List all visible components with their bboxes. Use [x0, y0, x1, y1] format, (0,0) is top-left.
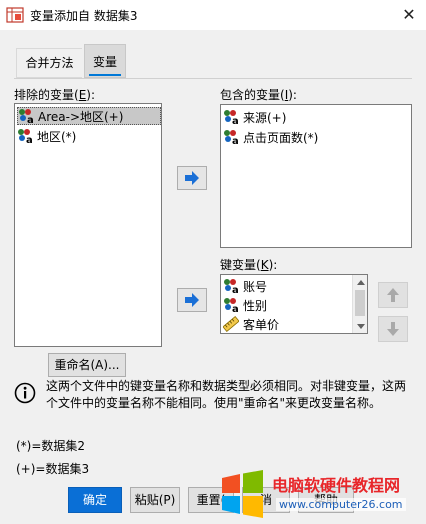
info-message: 这两个文件中的键变量名称和数据类型必须相同。对非键变量，这两个文件中的变量名称不…	[46, 379, 407, 410]
watermark-logo	[222, 470, 263, 518]
item-label: 客单价	[243, 317, 280, 332]
item-label: Area->地区(+)	[38, 109, 124, 124]
key-variables-list[interactable]: a 账号 a 性别 客单价	[220, 274, 368, 334]
tab-variables[interactable]: 变量	[84, 44, 126, 78]
move-to-key-button[interactable]	[177, 288, 207, 312]
svg-text:a: a	[232, 304, 239, 313]
list-item[interactable]: a Area->地区(+)	[17, 107, 161, 125]
scrollbar-thumb[interactable]	[355, 290, 365, 316]
svg-text:a: a	[232, 116, 239, 125]
key-list-scrollbar[interactable]	[352, 275, 367, 333]
ruler-icon	[223, 316, 239, 332]
scroll-up-icon[interactable]	[353, 275, 367, 289]
watermark-title: 电脑软硬件教程网	[272, 476, 401, 495]
svg-text:a: a	[232, 136, 239, 145]
nominal-variable-icon: a	[19, 109, 34, 124]
move-down-button[interactable]	[378, 316, 408, 342]
move-to-included-button[interactable]	[177, 166, 207, 190]
list-item[interactable]: a 账号	[223, 277, 267, 295]
included-label: 包含的变量(I):	[220, 88, 297, 102]
excluded-label: 排除的变量(E):	[14, 88, 96, 102]
arrow-right-icon	[185, 171, 199, 185]
list-item[interactable]: 客单价	[223, 315, 279, 333]
arrow-down-icon	[387, 322, 399, 336]
key-variables-label: 键变量(K):	[220, 258, 278, 272]
list-item[interactable]: a 来源(+)	[223, 108, 286, 126]
nominal-variable-icon: a	[224, 110, 239, 125]
nominal-variable-icon: a	[18, 129, 33, 144]
move-up-button[interactable]	[378, 282, 408, 308]
nominal-variable-icon: a	[224, 298, 239, 313]
dataset3-note: (+)=数据集3	[16, 462, 90, 476]
arrow-up-icon	[387, 288, 399, 302]
title-bar: 变量添加自 数据集3 ✕	[0, 0, 426, 30]
list-item[interactable]: a 地区(*)	[17, 127, 76, 145]
svg-text:a: a	[232, 285, 239, 294]
paste-button[interactable]: 粘贴(P)	[130, 487, 180, 513]
item-label: 点击页面数(*)	[243, 130, 319, 145]
item-label: 来源(+)	[243, 110, 287, 125]
list-item[interactable]: a 点击页面数(*)	[223, 128, 318, 146]
svg-text:a: a	[27, 115, 34, 124]
excluded-variables-list[interactable]: a Area->地区(+) a 地区(*)	[14, 103, 162, 347]
ok-button[interactable]: 确定	[68, 487, 122, 513]
active-tab-indicator	[89, 74, 121, 76]
tab-merge-label: 合并方法	[25, 56, 74, 70]
item-label: 地区(*)	[37, 129, 77, 144]
scroll-down-icon[interactable]	[353, 319, 367, 333]
window-title: 变量添加自 数据集3	[30, 9, 138, 23]
rename-button[interactable]: 重命名(A)...	[48, 353, 126, 377]
dialog-window: 变量添加自 数据集3 ✕ 合并方法 变量 排除的变量(E): a Area->地…	[0, 0, 426, 524]
nominal-variable-icon: a	[224, 279, 239, 294]
arrow-right-icon	[185, 293, 199, 307]
tab-merge-method[interactable]: 合并方法	[16, 48, 82, 78]
watermark-url: www.computer26.com	[276, 498, 406, 511]
svg-text:a: a	[26, 135, 33, 144]
nominal-variable-icon: a	[224, 130, 239, 145]
included-variables-list[interactable]: a 来源(+) a 点击页面数(*)	[220, 104, 412, 248]
tab-divider	[14, 78, 412, 79]
item-label: 账号	[243, 279, 268, 294]
item-label: 性别	[243, 298, 268, 313]
info-icon	[14, 382, 36, 404]
dataset2-note: (*)=数据集2	[16, 439, 86, 453]
tab-variables-label: 变量	[92, 55, 117, 69]
close-icon[interactable]: ✕	[396, 2, 422, 28]
app-icon	[6, 7, 24, 23]
list-item[interactable]: a 性别	[223, 296, 267, 314]
